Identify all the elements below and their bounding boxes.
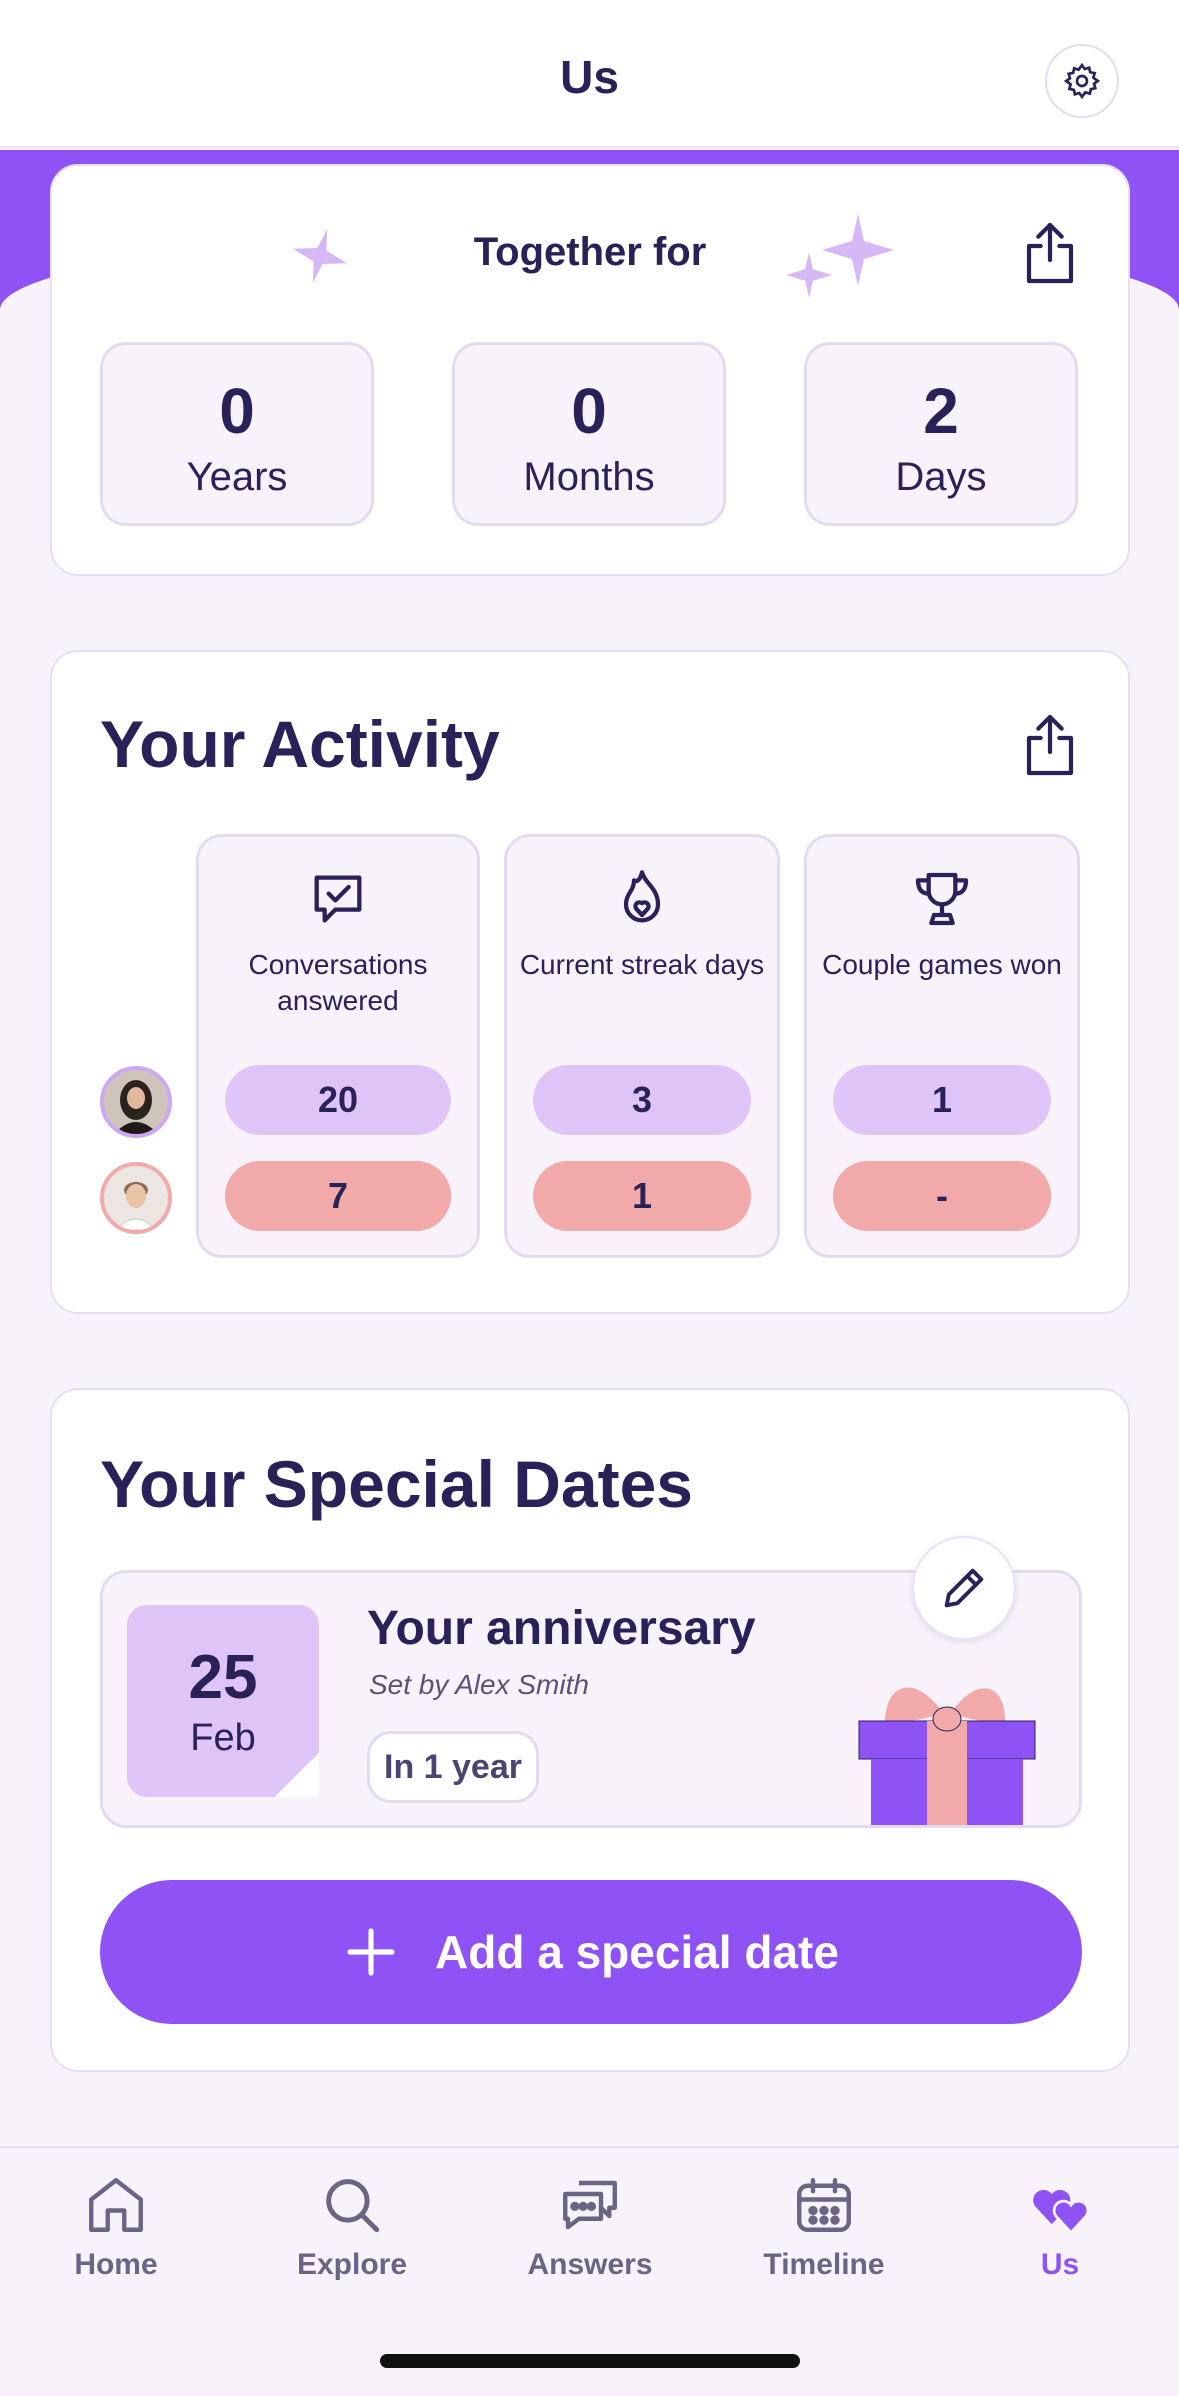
streak-label: Current streak days — [519, 949, 765, 980]
gear-icon — [1063, 62, 1101, 100]
streak-user2-value: 1 — [533, 1161, 751, 1231]
days-label: Days — [895, 455, 987, 499]
tab-explore[interactable]: Explore — [252, 2172, 452, 2282]
days-value: 2 — [923, 375, 959, 447]
games-label: Couple games won — [822, 949, 1062, 980]
tab-timeline-label: Timeline — [763, 2248, 885, 2281]
months-stat: 0 Months — [452, 342, 726, 526]
tab-us[interactable]: Us — [960, 2172, 1160, 2282]
tab-home-label: Home — [74, 2248, 158, 2281]
page-title: Us — [560, 51, 619, 103]
years-stat: 0 Years — [100, 342, 374, 526]
special-dates-card: Your Special Dates 25 Feb Your anniversa… — [50, 1388, 1130, 2072]
tab-answers[interactable]: Answers — [490, 2172, 690, 2282]
home-indicator — [380, 2354, 800, 2368]
streak-user1-value: 3 — [533, 1065, 751, 1135]
activity-card: Your Activity Conversations answered 20 … — [50, 650, 1130, 1314]
plus-icon — [347, 1928, 395, 1976]
tab-home[interactable]: Home — [16, 2172, 216, 2282]
days-stat: 2 Days — [804, 342, 1078, 526]
date-tile: 25 Feb — [127, 1605, 319, 1797]
activity-title: Your Activity — [100, 707, 500, 781]
games-user1-value: 1 — [833, 1065, 1051, 1135]
conversations-user2-value: 7 — [225, 1161, 451, 1231]
months-value: 0 — [571, 375, 607, 447]
tab-timeline[interactable]: Timeline — [724, 2172, 924, 2282]
conversations-user1-value: 20 — [225, 1065, 451, 1135]
edit-date-button[interactable] — [912, 1536, 1016, 1640]
add-special-date-label: Add a special date — [435, 1926, 839, 1978]
trophy-icon — [915, 872, 969, 926]
chat-bubbles-icon — [563, 2180, 617, 2230]
sparkle-icon — [822, 214, 894, 286]
home-icon — [89, 2178, 143, 2232]
flame-heart-icon — [623, 870, 661, 923]
share-icon[interactable] — [1022, 712, 1078, 778]
date-countdown-badge: In 1 year — [367, 1731, 539, 1803]
years-label: Years — [186, 455, 288, 499]
tab-explore-label: Explore — [296, 2248, 408, 2281]
date-subtitle: Set by Alex Smith — [369, 1669, 589, 1700]
avatar-user1 — [100, 1066, 172, 1138]
gift-illustration — [858, 1687, 1036, 1825]
games-column: Couple games won 1 - — [804, 834, 1080, 1258]
share-icon[interactable] — [1022, 220, 1078, 286]
games-user2-value: - — [833, 1161, 1051, 1231]
tab-answers-label: Answers — [527, 2248, 653, 2281]
conversations-column: Conversations answered 20 7 — [196, 834, 480, 1258]
conversations-label: Conversations answered — [248, 949, 428, 1016]
special-dates-title: Your Special Dates — [100, 1447, 694, 1521]
together-card: Together for 0 Years 0 Months 2 Days — [50, 164, 1130, 576]
calendar-icon — [797, 2178, 851, 2232]
avatar-user2 — [100, 1162, 172, 1234]
months-label: Months — [523, 455, 655, 499]
hearts-icon — [1033, 2189, 1090, 2235]
date-day: 25 — [188, 1643, 258, 1712]
together-title: Together for — [473, 230, 707, 274]
chat-check-icon — [314, 875, 362, 923]
streak-column: Current streak days 3 1 — [504, 834, 780, 1258]
settings-button[interactable] — [1045, 44, 1119, 118]
years-value: 0 — [219, 375, 255, 447]
search-icon — [326, 2179, 380, 2233]
top-bar: Us — [0, 0, 1179, 148]
add-special-date-button[interactable]: Add a special date — [100, 1880, 1082, 2024]
tab-us-label: Us — [1040, 2248, 1080, 2281]
date-title: Your anniversary — [367, 1602, 756, 1655]
date-fold — [275, 1753, 319, 1797]
pencil-icon — [944, 1568, 984, 1608]
